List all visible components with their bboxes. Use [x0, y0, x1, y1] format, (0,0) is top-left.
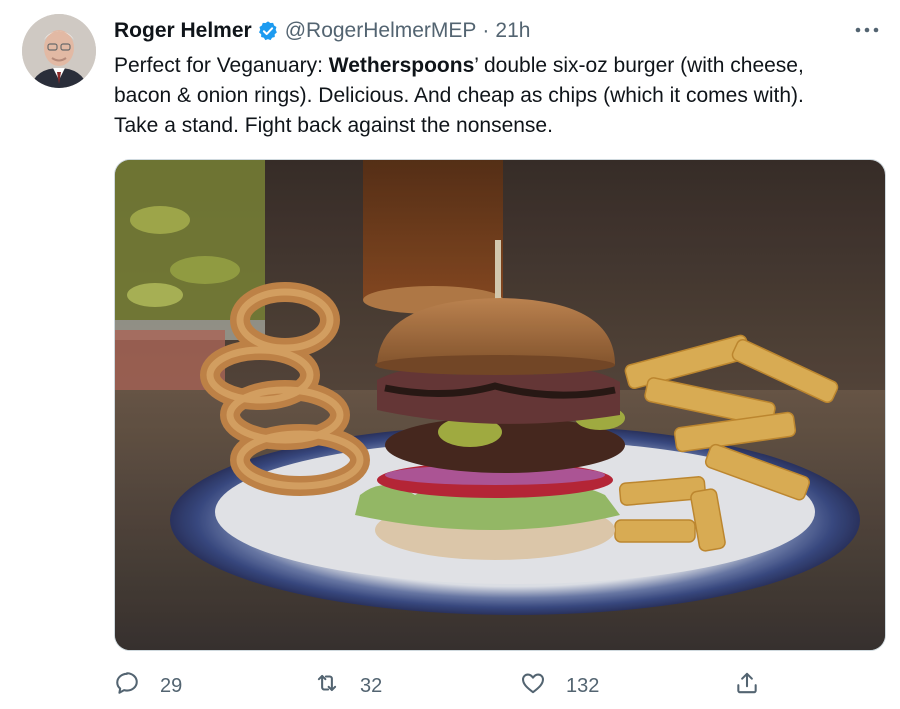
avatar[interactable]	[22, 14, 96, 88]
tweet-header: Roger Helmer @RogerHelmerMEP · 21h	[114, 16, 530, 46]
like-count: 132	[566, 674, 600, 697]
tweet-photo[interactable]	[114, 159, 886, 651]
like-button[interactable]: 132	[520, 666, 599, 706]
retweet-button[interactable]: 32	[314, 666, 382, 706]
author-name[interactable]: Roger Helmer	[114, 19, 252, 43]
text-segment: Perfect for Veganuary:	[114, 54, 329, 77]
retweet-count: 32	[360, 674, 383, 697]
retweet-icon	[314, 670, 340, 702]
action-bar: 29 32 132	[114, 666, 774, 706]
more-dots-icon[interactable]	[852, 18, 882, 42]
reply-icon	[114, 670, 140, 702]
bold-text: Wetherspoons	[328, 54, 475, 77]
separator-dot: ·	[482, 19, 490, 42]
share-button[interactable]	[734, 666, 760, 706]
tweet-text-line-2: bacon & onion rings). Delicious. And che…	[114, 84, 804, 107]
tweet-text: Perfect for Veganuary: Wetherspoons’ dou…	[114, 51, 884, 141]
heart-icon	[520, 670, 546, 702]
share-icon	[734, 670, 760, 702]
burger-photo	[115, 160, 885, 650]
tweet-time[interactable]: 21h	[495, 19, 530, 43]
reply-count: 29	[160, 674, 183, 697]
reply-button[interactable]: 29	[114, 666, 182, 706]
verified-badge-icon	[257, 20, 279, 42]
tweet-text-line-1: Perfect for Veganuary: Wetherspoons’ dou…	[114, 51, 884, 81]
tweet-text-line-3: Take a stand. Fight back against the non…	[114, 114, 553, 137]
text-segment: ’ double six-oz burger (with cheese,	[474, 54, 804, 77]
avatar-portrait	[22, 14, 96, 88]
author-handle[interactable]: @RogerHelmerMEP	[285, 19, 477, 43]
